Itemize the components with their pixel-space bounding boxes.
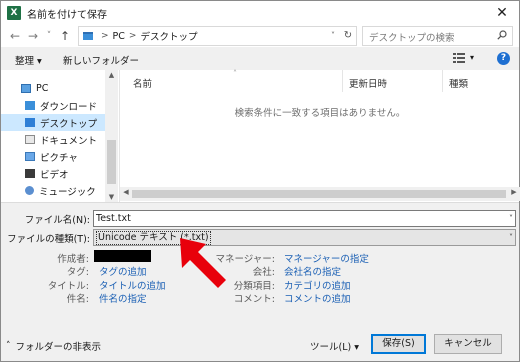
save-as-dialog: X 名前を付けて保存 ✕ ← → ˅ ↑ > PC > デスクトップ ˅ ↻ デ… xyxy=(0,0,520,362)
scrollbar-thumb[interactable] xyxy=(107,140,116,184)
sidebar-item-pictures[interactable]: ピクチャ xyxy=(1,148,105,165)
scroll-up-arrow-icon[interactable]: ▲ xyxy=(105,71,118,79)
close-icon[interactable]: ✕ xyxy=(493,4,511,22)
subject-label: 件名: xyxy=(66,294,89,305)
recent-locations-chevron-icon[interactable]: ˅ xyxy=(41,28,57,44)
filetype-label: ファイルの種類(T): xyxy=(7,234,90,245)
column-header-type[interactable]: 種類 xyxy=(449,76,468,90)
column-header-name[interactable]: 名前 xyxy=(133,76,152,90)
specify-subject-link[interactable]: 件名の指定 xyxy=(99,291,147,305)
breadcrumb-item-desktop[interactable]: デスクトップ xyxy=(140,29,197,43)
sidebar-item-label: PC xyxy=(36,83,49,94)
column-divider xyxy=(442,70,443,92)
sidebar-item-label: ビデオ xyxy=(40,169,69,181)
search-placeholder: デスクトップの検索 xyxy=(369,33,455,44)
category-label: 分類項目: xyxy=(233,281,275,292)
sidebar-item-music[interactable]: ミュージック xyxy=(1,182,105,199)
add-comment-link[interactable]: コメントの追加 xyxy=(284,291,351,305)
view-dropdown-chevron-icon[interactable]: ▾ xyxy=(470,53,474,62)
specify-company-link[interactable]: 会社名の指定 xyxy=(284,264,341,278)
filetype-dropdown-chevron-icon[interactable]: ˅ xyxy=(509,230,513,245)
navigation-pane: PC ダウンロード デスクトップ ドキュメント ピクチャ ビデオ ミュージック … xyxy=(1,70,119,202)
horizontal-scrollbar[interactable]: ◀ ▶ xyxy=(120,187,520,201)
sidebar-item-label: ピクチャ xyxy=(40,152,78,164)
new-folder-button[interactable]: 新しいフォルダー xyxy=(63,53,139,67)
filename-value: Test.txt xyxy=(96,213,131,224)
window-title: 名前を付けて保存 xyxy=(27,9,107,21)
up-arrow-icon[interactable]: ↑ xyxy=(57,28,73,44)
filename-field[interactable]: Test.txt ˅ xyxy=(93,210,516,227)
add-category-link[interactable]: カテゴリの追加 xyxy=(284,278,351,292)
sidebar-item-label: ダウンロード xyxy=(40,101,98,113)
save-button[interactable]: 保存(S) xyxy=(371,334,426,354)
chevron-up-icon: ˄ xyxy=(6,341,11,351)
red-annotation-arrow-icon xyxy=(180,238,226,288)
search-input[interactable]: デスクトップの検索 xyxy=(362,26,513,46)
scroll-left-arrow-icon[interactable]: ◀ xyxy=(120,188,132,196)
author-redacted-value[interactable] xyxy=(94,250,151,262)
refresh-icon[interactable]: ↻ xyxy=(341,27,355,45)
back-arrow-icon[interactable]: ← xyxy=(7,28,23,44)
cancel-button[interactable]: キャンセル xyxy=(434,334,502,354)
hide-folders-toggle[interactable]: ˄ フォルダーの非表示 xyxy=(6,339,101,353)
videos-folder-icon xyxy=(25,169,35,178)
address-bar[interactable]: > PC > デスクトップ ˅ ↻ xyxy=(78,26,357,46)
sidebar-item-label: ミュージック xyxy=(39,186,96,198)
hide-folders-label: フォルダーの非表示 xyxy=(15,342,102,353)
sidebar-item-downloads[interactable]: ダウンロード xyxy=(1,97,105,114)
pc-icon xyxy=(21,84,31,93)
add-tags-link[interactable]: タグの追加 xyxy=(99,264,147,278)
organize-menu-button[interactable]: 整理 ▾ xyxy=(15,53,42,67)
scroll-down-arrow-icon[interactable]: ▼ xyxy=(105,193,118,201)
view-options-icon[interactable] xyxy=(453,53,465,63)
sidebar-item-documents[interactable]: ドキュメント xyxy=(1,131,105,148)
navigation-scrollbar[interactable]: ▲ ▼ xyxy=(105,70,118,202)
pictures-folder-icon xyxy=(25,152,35,161)
address-dropdown-chevron-icon[interactable]: ˅ xyxy=(326,27,340,45)
sidebar-item-label: デスクトップ xyxy=(40,118,98,130)
empty-results-message: 検索条件に一致する項目はありません。 xyxy=(234,108,406,119)
desktop-folder-icon xyxy=(25,118,35,127)
download-folder-icon xyxy=(25,101,35,110)
filename-label: ファイル名(N): xyxy=(24,215,90,226)
forward-arrow-icon[interactable]: → xyxy=(25,28,41,44)
tags-label: タグ: xyxy=(66,267,89,278)
author-label: 作成者: xyxy=(57,254,89,265)
add-title-link[interactable]: タイトルの追加 xyxy=(99,278,166,292)
help-icon[interactable]: ? xyxy=(497,52,510,65)
company-label: 会社: xyxy=(252,267,275,278)
scrollbar-thumb[interactable] xyxy=(132,190,506,198)
breadcrumb-separator: > xyxy=(101,31,109,41)
breadcrumb-item-pc[interactable]: PC xyxy=(113,31,125,42)
filename-dropdown-chevron-icon[interactable]: ˅ xyxy=(509,211,513,226)
desktop-folder-icon xyxy=(83,32,93,40)
sidebar-item-label: ドキュメント xyxy=(40,135,98,147)
title-label: タイトル: xyxy=(47,281,89,292)
filetype-select[interactable]: Unicode テキスト (*.txt) ˅ xyxy=(93,229,516,246)
documents-folder-icon xyxy=(25,135,35,144)
scroll-right-arrow-icon[interactable]: ▶ xyxy=(508,188,520,196)
sort-ascending-icon: ˄ xyxy=(233,69,237,78)
title-bar: X 名前を付けて保存 ✕ xyxy=(1,1,519,25)
column-divider xyxy=(342,70,343,92)
search-icon xyxy=(497,30,507,40)
breadcrumb-separator: > xyxy=(128,31,137,41)
column-header-modified[interactable]: 更新日時 xyxy=(349,76,387,90)
specify-manager-link[interactable]: マネージャーの指定 xyxy=(284,251,369,265)
address-row: ← → ˅ ↑ > PC > デスクトップ ˅ ↻ デスクトップの検索 xyxy=(1,25,519,47)
save-form: ファイル名(N): Test.txt ˅ ファイルの種類(T): Unicode… xyxy=(1,202,519,361)
sidebar-item-desktop[interactable]: デスクトップ xyxy=(1,114,105,131)
file-list: ˄ 名前 更新日時 種類 検索条件に一致する項目はありません。 ◀ ▶ xyxy=(119,69,520,202)
sidebar-item-pc[interactable]: PC xyxy=(1,80,105,97)
tools-menu-button[interactable]: ツール(L) ▾ xyxy=(310,339,359,353)
comment-label: コメント: xyxy=(233,294,275,305)
music-folder-icon xyxy=(25,186,34,195)
sidebar-item-videos[interactable]: ビデオ xyxy=(1,165,105,182)
excel-app-icon: X xyxy=(7,6,21,20)
command-toolbar: 整理 ▾ 新しいフォルダー ▾ ? xyxy=(1,48,519,70)
